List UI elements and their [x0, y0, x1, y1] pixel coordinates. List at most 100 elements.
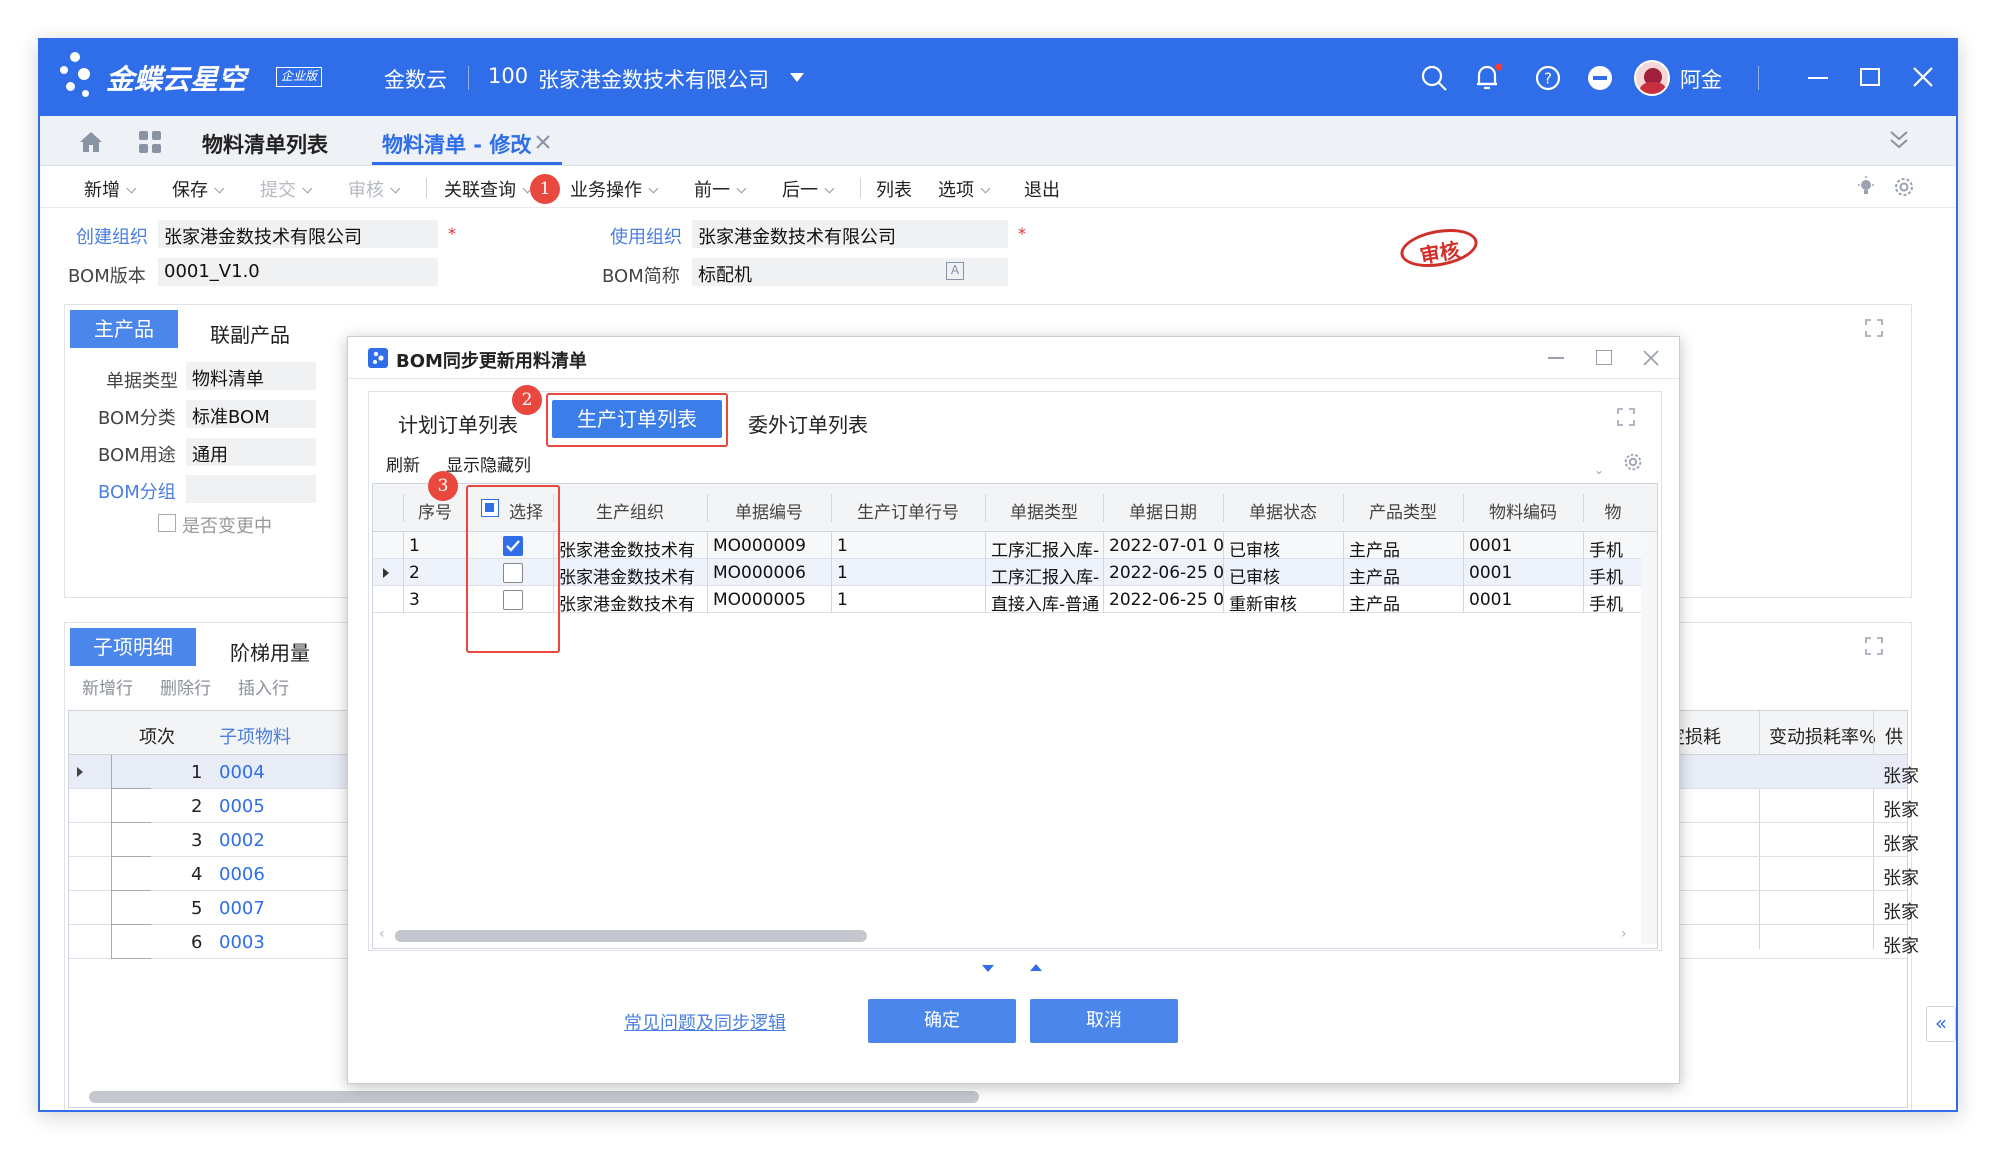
collapse-chevrons-icon[interactable] — [1888, 128, 1910, 152]
business-ops-button[interactable]: 业务操作 — [570, 176, 659, 202]
collapse-up-icon[interactable] — [1030, 964, 1042, 971]
row-material-code[interactable]: 0005 — [219, 796, 265, 817]
grid-settings-gear-icon[interactable] — [1622, 451, 1644, 473]
insert-row-button[interactable]: 插入行 — [238, 674, 289, 699]
side-collapse-button[interactable]: « — [1926, 1006, 1956, 1042]
tab-outsource-orders[interactable]: 委外订单列表 — [748, 409, 868, 438]
cloud-name[interactable]: 金数云 — [384, 64, 447, 94]
row-pointer-icon — [77, 767, 83, 777]
collapse-down-icon[interactable] — [982, 965, 994, 972]
scroll-down-icon[interactable]: ⌄ — [1594, 463, 1604, 477]
grid-line — [1463, 559, 1464, 586]
dialog-maximize-icon[interactable] — [1596, 350, 1612, 365]
bom-version-field[interactable]: 0001_V1.0 — [158, 258, 438, 286]
grid-line — [831, 532, 832, 559]
bom-class-field[interactable]: 标准BOM — [186, 400, 316, 428]
show-hidden-columns-button[interactable]: 显示隐藏列 — [446, 451, 531, 476]
order-col-header-0[interactable]: 序号 — [403, 498, 467, 523]
dialog-close-icon[interactable] — [1642, 349, 1660, 367]
bell-icon[interactable] — [1472, 62, 1502, 92]
apps-grid-icon[interactable] — [138, 130, 162, 154]
use-org-field[interactable]: 张家港金数技术有限公司 — [692, 220, 1008, 248]
bom-group-label[interactable]: BOM分组 — [98, 478, 176, 504]
vertical-scrollbar-track[interactable] — [1641, 532, 1657, 944]
order-col-header-6[interactable]: 单据日期 — [1103, 498, 1223, 523]
order-col-header-7[interactable]: 单据状态 — [1223, 498, 1343, 523]
cancel-button[interactable]: 取消 — [1030, 999, 1178, 1043]
exit-button[interactable]: 退出 — [1024, 176, 1060, 202]
order-col-header-5[interactable]: 单据类型 — [985, 498, 1103, 523]
related-query-button[interactable]: 关联查询 — [444, 176, 533, 202]
expand-icon[interactable] — [1864, 318, 1884, 338]
col-seq-header[interactable]: 项次 — [139, 723, 175, 749]
order-col-header-3[interactable]: 单据编号 — [707, 498, 831, 523]
bulb-icon[interactable] — [1856, 176, 1876, 198]
expand-icon[interactable] — [1616, 407, 1636, 427]
scroll-left-arrow[interactable]: ‹ — [379, 926, 385, 942]
faq-link[interactable]: 常见问题及同步逻辑 — [624, 1009, 786, 1035]
order-col-header-4[interactable]: 生产订单行号 — [831, 498, 985, 523]
avatar[interactable] — [1634, 60, 1670, 96]
close-icon[interactable] — [1912, 66, 1934, 88]
options-button[interactable]: 选项 — [938, 176, 991, 202]
grid-line — [985, 494, 986, 522]
ok-button[interactable]: 确定 — [868, 999, 1016, 1043]
org-name[interactable]: 张家港金数技术有限公司 — [538, 64, 769, 94]
tab-ladder[interactable]: 阶梯用量 — [230, 637, 310, 666]
changing-checkbox[interactable] — [158, 514, 176, 532]
horizontal-scrollbar[interactable] — [89, 1091, 979, 1103]
create-org-field[interactable]: 张家港金数技术有限公司 — [158, 220, 438, 248]
tab-main-product[interactable]: 主产品 — [70, 310, 178, 348]
org-dropdown-icon[interactable] — [790, 73, 804, 82]
settings-gear-icon[interactable] — [1892, 175, 1916, 199]
next-button[interactable]: 后一 — [782, 176, 835, 202]
use-org-label[interactable]: 使用组织 — [610, 223, 682, 249]
multilang-icon[interactable]: A — [946, 262, 964, 280]
row-material-code[interactable]: 0002 — [219, 830, 265, 851]
expand-icon[interactable] — [1864, 636, 1884, 656]
order-col-header-2[interactable]: 生产组织 — [553, 498, 707, 523]
dialog-minimize-icon[interactable] — [1548, 357, 1564, 359]
home-icon[interactable] — [78, 130, 104, 154]
list-button[interactable]: 列表 — [876, 176, 912, 202]
col-var-loss-header[interactable]: 变动损耗率% — [1769, 723, 1876, 749]
col-material-header[interactable]: 子项物料 — [219, 723, 291, 749]
add-row-button[interactable]: 新增行 — [82, 674, 133, 699]
order-col-header-9[interactable]: 物料编码 — [1463, 498, 1583, 523]
tab-bom-edit[interactable]: 物料清单 - 修改 — [382, 129, 531, 159]
row-material-code[interactable]: 0003 — [219, 932, 265, 953]
search-icon[interactable] — [1420, 64, 1448, 92]
row-material-code[interactable]: 0006 — [219, 864, 265, 885]
tab-items[interactable]: 子项明细 — [70, 628, 196, 666]
maximize-icon[interactable] — [1860, 68, 1880, 86]
refresh-button[interactable]: 刷新 — [386, 451, 420, 476]
delete-row-button[interactable]: 删除行 — [160, 674, 211, 699]
minimize-icon[interactable] — [1808, 77, 1828, 79]
row-material-code[interactable]: 0004 — [219, 762, 265, 783]
prev-button[interactable]: 前一 — [694, 176, 747, 202]
col-last-header[interactable]: 供 — [1885, 723, 1903, 749]
order-col-header-10[interactable]: 物 — [1583, 498, 1643, 523]
create-org-label[interactable]: 创建组织 — [76, 223, 148, 249]
tab-plan-orders[interactable]: 计划订单列表 — [398, 409, 518, 438]
order-col-header-8[interactable]: 产品类型 — [1343, 498, 1463, 523]
user-name[interactable]: 阿金 — [1680, 64, 1722, 94]
minus-circle-icon[interactable] — [1586, 64, 1614, 92]
help-icon[interactable]: ? — [1534, 64, 1562, 92]
tab-joint-product[interactable]: 联副产品 — [210, 319, 290, 348]
order-cell-ptype: 主产品 — [1349, 541, 1400, 561]
order-horizontal-scrollbar[interactable] — [395, 930, 867, 942]
doc-type-field[interactable]: 物料清单 — [186, 362, 316, 390]
submit-button[interactable]: 提交 — [260, 176, 313, 202]
audit-button[interactable]: 审核 — [348, 176, 401, 202]
row-material-code[interactable]: 0007 — [219, 898, 265, 919]
close-tab-icon[interactable] — [536, 135, 550, 149]
bom-group-field[interactable] — [186, 475, 316, 503]
org-code[interactable]: 100 — [488, 64, 528, 88]
order-cell-status: 重新审核 — [1229, 595, 1297, 615]
save-button[interactable]: 保存 — [172, 176, 225, 202]
tab-bom-list[interactable]: 物料清单列表 — [202, 129, 328, 159]
bom-use-field[interactable]: 通用 — [186, 438, 316, 466]
scroll-right-arrow[interactable]: › — [1621, 926, 1627, 942]
add-button[interactable]: 新增 — [84, 176, 137, 202]
